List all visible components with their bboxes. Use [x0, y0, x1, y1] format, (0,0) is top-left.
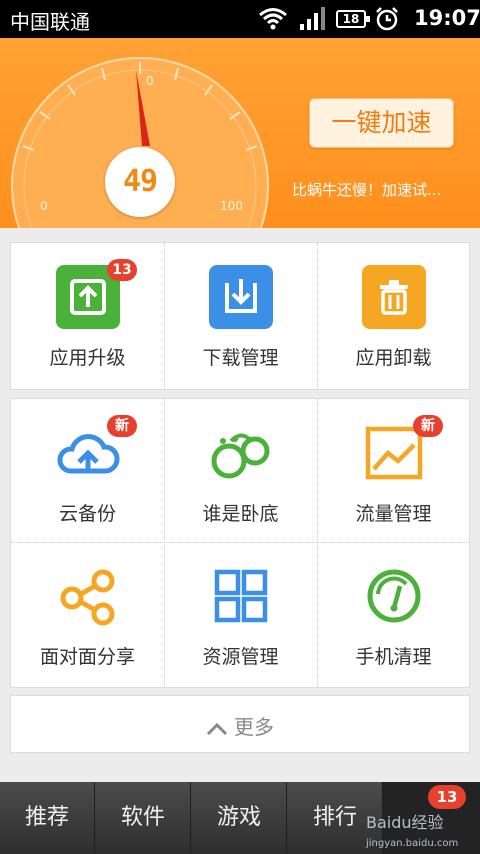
watermark-line2: jingyan.baidu.com [365, 838, 458, 849]
more-button[interactable]: 更多 [10, 695, 470, 753]
grid-icon [214, 569, 268, 623]
tab-recommend[interactable]: 推荐 [0, 782, 95, 854]
speed-slogan: 比蜗牛还慢！加速试... [292, 181, 442, 199]
clock: 19:07 [414, 6, 480, 30]
speedometer-icon [367, 569, 421, 623]
one-click-accelerate-button[interactable]: 一键加速 [309, 98, 454, 148]
download-icon [209, 265, 273, 329]
gauge-label-max: 100 [220, 199, 243, 213]
speed-value: 49 [105, 147, 175, 217]
alarm-icon [376, 7, 398, 31]
download-manager-cell[interactable]: 下载管理 [164, 243, 317, 388]
carrier-name: 中国联通 [10, 10, 90, 34]
upgrade-count-badge: 13 [107, 259, 137, 281]
wifi-icon [259, 8, 287, 30]
more-label: 更多 [234, 715, 274, 739]
tools-grid-bottom: 新 云备份 谁是卧底 新 流量管理 面对面分享 资源管理 手机清理 [10, 398, 470, 688]
tab-games[interactable]: 游戏 [192, 782, 287, 854]
cloud-backup-new-badge: 新 [107, 415, 137, 437]
cloud-backup-label: 云备份 [58, 503, 116, 525]
tab-software[interactable]: 软件 [96, 782, 191, 854]
gauge-label-top: 0 [146, 74, 154, 88]
traffic-manager-label: 流量管理 [355, 503, 432, 525]
baidu-watermark: Baidu经验 jingyan.baidu.com [365, 813, 458, 849]
phone-clean-cell[interactable]: 手机清理 [317, 542, 470, 687]
share-icon [60, 569, 115, 626]
face-share-label: 面对面分享 [39, 646, 135, 668]
app-uninstall-cell[interactable]: 应用卸载 [317, 243, 470, 388]
undercover-game-cell[interactable]: 谁是卧底 [164, 399, 317, 544]
traffic-new-badge: 新 [413, 415, 443, 437]
app-upgrade-label: 应用升级 [49, 347, 126, 369]
download-manager-label: 下载管理 [202, 347, 279, 369]
face-share-cell[interactable]: 面对面分享 [11, 542, 164, 687]
app-upgrade-cell[interactable]: 13 应用升级 [11, 243, 164, 388]
app-uninstall-label: 应用卸载 [355, 347, 432, 369]
resource-manager-label: 资源管理 [202, 646, 279, 668]
watermark-line1: Baidu经验 [366, 813, 444, 832]
handcuffs-icon [211, 433, 270, 479]
trash-icon [362, 265, 426, 329]
gauge-label-min: 0 [40, 199, 48, 213]
cloud-backup-cell[interactable]: 新 云备份 [11, 399, 164, 544]
speed-header: 0 0 100 49 一键加速 比蜗牛还慢！加速试... [0, 38, 480, 228]
chevron-up-icon [206, 722, 228, 735]
resource-manager-cell[interactable]: 资源管理 [164, 542, 317, 687]
traffic-manager-cell[interactable]: 新 流量管理 [317, 399, 470, 544]
signal-icon [300, 7, 325, 30]
phone-clean-label: 手机清理 [355, 646, 432, 668]
battery-icon: 18 [336, 10, 370, 28]
tools-grid-top: 13 应用升级 下载管理 应用卸载 [10, 242, 470, 390]
status-bar: 中国联通 18 19:07 [0, 0, 480, 38]
undercover-game-label: 谁是卧底 [202, 503, 279, 525]
